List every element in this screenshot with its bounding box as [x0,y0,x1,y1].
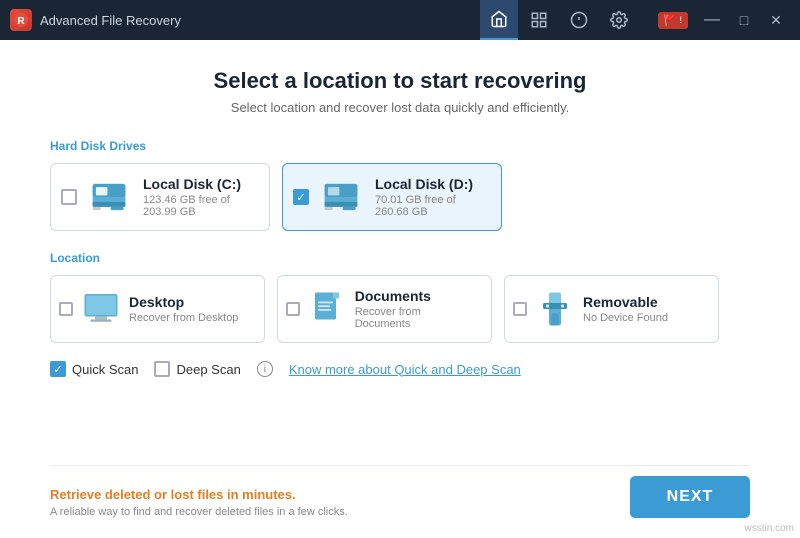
svg-text:R: R [17,16,25,27]
nav-info[interactable] [560,0,598,40]
removable-info: Removable No Device Found [583,294,668,324]
footer: Retrieve deleted or lost files in minute… [50,465,750,518]
desktop-sub: Recover from Desktop [129,312,238,324]
page-subtitle: Select location and recover lost data qu… [50,100,750,115]
documents-icon [310,291,345,327]
footer-desc: A reliable way to find and recover delet… [50,506,348,518]
drive-c-checkbox[interactable] [61,189,77,205]
quick-scan-label: Quick Scan [72,362,138,377]
drive-c-info: Local Disk (C:) 123.46 GB free of 203.99… [143,176,253,218]
documents-name: Documents [355,288,475,304]
drive-c-card[interactable]: Local Disk (C:) 123.46 GB free of 203.99… [50,163,270,231]
app-title: Advanced File Recovery [40,13,480,28]
drive-c-name: Local Disk (C:) [143,176,253,192]
drive-d-icon [319,177,363,217]
desktop-icon [83,291,119,327]
desktop-checkbox[interactable] [59,302,73,316]
close-button[interactable]: ✕ [762,6,790,34]
drive-d-space: 70.01 GB free of 260.68 GB [375,194,485,218]
hdd-cards-container: Local Disk (C:) 123.46 GB free of 203.99… [50,163,750,231]
drive-c-space: 123.46 GB free of 203.99 GB [143,194,253,218]
scan-info-icon: i [257,361,273,377]
drive-d-checkbox[interactable]: ✓ [293,189,309,205]
drive-d-name: Local Disk (D:) [375,176,485,192]
removable-sub: No Device Found [583,312,668,324]
deep-scan-checkbox[interactable] [154,361,170,377]
location-section-label: Location [50,251,750,265]
page-title: Select a location to start recovering [50,68,750,94]
main-content: Select a location to start recovering Se… [0,40,800,538]
hdd-section-label: Hard Disk Drives [50,139,750,153]
location-documents-card[interactable]: Documents Recover from Documents [277,275,492,343]
usb-icon [537,291,573,327]
deep-scan-label: Deep Scan [176,362,240,377]
hard-disk-section: Hard Disk Drives Loca [50,139,750,231]
removable-name: Removable [583,294,668,310]
window-controls: 🚩! — □ ✕ [658,6,790,34]
nav-bar [480,0,638,40]
scan-info-link[interactable]: Know more about Quick and Deep Scan [289,362,521,377]
footer-left: Retrieve deleted or lost files in minute… [50,487,348,518]
desktop-name: Desktop [129,294,238,310]
deep-scan-option[interactable]: Deep Scan [154,361,240,377]
brand-watermark: wsstin.com [745,523,794,534]
removable-checkbox[interactable] [513,302,527,316]
footer-promo: Retrieve deleted or lost files in minute… [50,487,348,502]
location-section: Location Desktop Recover from Desktop [50,251,750,343]
title-bar: R Advanced File Recovery [0,0,800,40]
location-cards-container: Desktop Recover from Desktop [50,275,750,343]
quick-scan-checkbox[interactable]: ✓ [50,361,66,377]
maximize-button[interactable]: □ [730,6,758,34]
quick-scan-option[interactable]: ✓ Quick Scan [50,361,138,377]
nav-home[interactable] [480,0,518,40]
nav-settings[interactable] [600,0,638,40]
location-removable-card[interactable]: Removable No Device Found [504,275,719,343]
documents-sub: Recover from Documents [355,306,475,330]
next-button[interactable]: NEXT [630,476,750,518]
desktop-info: Desktop Recover from Desktop [129,294,238,324]
scan-options: ✓ Quick Scan Deep Scan i Know more about… [50,361,750,377]
drive-c-icon [87,177,131,217]
documents-checkbox[interactable] [286,302,300,316]
nav-list[interactable] [520,0,558,40]
drive-d-info: Local Disk (D:) 70.01 GB free of 260.68 … [375,176,485,218]
documents-info: Documents Recover from Documents [355,288,475,330]
app-logo: R [10,9,32,31]
minimize-button[interactable]: — [698,6,726,34]
location-desktop-card[interactable]: Desktop Recover from Desktop [50,275,265,343]
drive-d-card[interactable]: ✓ Local Disk (D:) 70.01 GB free of 260.6… [282,163,502,231]
